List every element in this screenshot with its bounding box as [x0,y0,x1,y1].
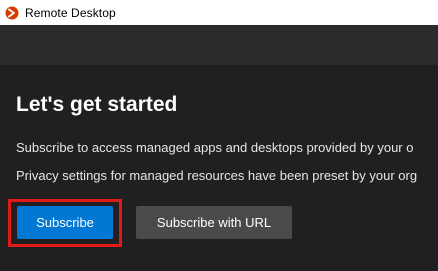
subscribe-description: Subscribe to access managed apps and des… [16,140,414,155]
remote-desktop-icon [5,6,19,20]
window-title: Remote Desktop [25,5,116,20]
top-bar [0,25,438,65]
page-title: Let's get started [16,93,178,116]
app-window: Remote Desktop Let's get started Subscri… [0,0,438,271]
subscribe-with-url-button[interactable]: Subscribe with URL [136,206,292,239]
title-bar: Remote Desktop [0,0,438,25]
privacy-description: Privacy settings for managed resources h… [16,168,418,183]
subscribe-button[interactable]: Subscribe [17,206,113,239]
